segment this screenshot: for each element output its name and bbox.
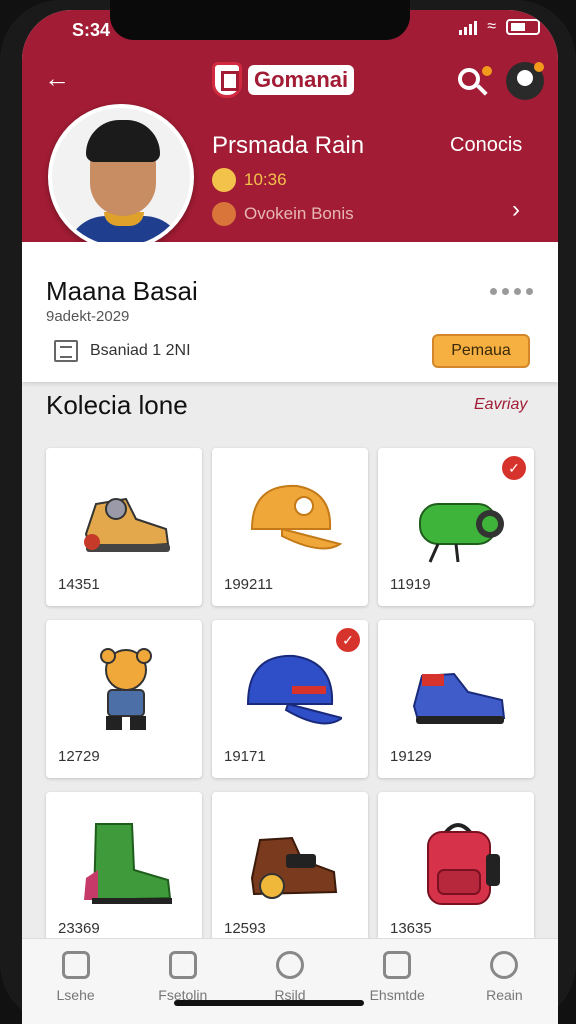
item-number: 11919: [390, 576, 431, 593]
item-number: 12593: [224, 920, 266, 937]
chevron-right-icon[interactable]: ›: [512, 196, 520, 224]
document-label: Bsaniad 1 2NI: [90, 342, 191, 359]
collection-item[interactable]: 23369: [46, 792, 202, 950]
collection-item[interactable]: ✓ 11919: [378, 448, 534, 606]
location-row[interactable]: Ovokein Bonis: [212, 202, 354, 226]
item-number: 199211: [224, 576, 273, 593]
map-icon: [383, 951, 412, 979]
cap-icon: [250, 484, 342, 550]
action-button[interactable]: Pemaua: [432, 334, 530, 368]
time-value: 10:36: [244, 170, 287, 189]
status-icons: ≈: [459, 18, 540, 36]
nav-item-profile[interactable]: Reain: [451, 939, 558, 1024]
boot-icon: [84, 823, 172, 904]
backpack-icon: [427, 823, 500, 905]
water-bottle-icon: [419, 503, 504, 563]
account-button[interactable]: [506, 62, 544, 100]
compass-icon: [276, 951, 304, 979]
search-button[interactable]: [456, 66, 492, 100]
document-icon: [54, 340, 78, 362]
nav-item-home[interactable]: Lsehe: [22, 939, 129, 1024]
back-button[interactable]: ←: [44, 64, 72, 92]
nav-label: Reain: [486, 987, 523, 1003]
item-number: 23369: [58, 920, 100, 937]
item-number: 14351: [58, 576, 100, 593]
collection-item[interactable]: 14351: [46, 448, 202, 606]
notification-dot: [534, 62, 544, 72]
app-screen: S:34 ≈ ← Gomanai Prsmada Rain Conocis 10…: [22, 10, 558, 1024]
collection-item[interactable]: 12593: [212, 792, 368, 950]
cap-icon: [246, 654, 342, 725]
status-time: S:34: [72, 20, 111, 40]
home-indicator[interactable]: [174, 1000, 364, 1006]
notification-dot: [482, 66, 492, 76]
item-number: 12729: [58, 748, 100, 765]
nav-label: Lsehe: [56, 987, 95, 1003]
section-title: Kolecia lone: [46, 390, 188, 420]
brand-logo-icon: [212, 62, 242, 98]
collection-item[interactable]: 19129: [378, 620, 534, 778]
clock-icon: [212, 168, 236, 192]
nav-item-explore[interactable]: Rsild: [236, 939, 343, 1024]
header-link[interactable]: Conocis: [450, 134, 522, 157]
brand: Gomanai: [212, 62, 355, 98]
section-link[interactable]: Eavriay: [474, 396, 527, 414]
item-number: 19171: [224, 748, 266, 765]
home-icon: [61, 951, 90, 979]
signal-icon: [459, 19, 478, 35]
location-icon: [212, 202, 236, 226]
profile-card: Maana Basai 9adekt-2029 Bsaniad 1 2NI Pe…: [22, 242, 558, 382]
time-row: 10:36: [212, 168, 287, 192]
toy-figure-icon: [100, 648, 152, 730]
brand-name: Gomanai: [248, 65, 355, 95]
collection-item[interactable]: ✓ 19171: [212, 620, 368, 778]
location-value: Ovokein Bonis: [244, 204, 354, 223]
user-icon: [517, 70, 533, 86]
phone-frame: S:34 ≈ ← Gomanai Prsmada Rain Conocis 10…: [0, 0, 576, 1024]
collection-item[interactable]: 12729: [46, 620, 202, 778]
item-number: 13635: [390, 920, 432, 937]
wifi-icon: ≈: [487, 18, 496, 35]
avatar[interactable]: [48, 104, 194, 250]
profile-header: S:34 ≈ ← Gomanai Prsmada Rain Conocis 10…: [22, 10, 558, 250]
shoe-icon: [412, 672, 506, 724]
collection-item[interactable]: 199211: [212, 448, 368, 606]
collection-item[interactable]: 13635: [378, 792, 534, 950]
bottom-nav: Lsehe Fsetolin Rsild Ehsmtde Reain: [22, 938, 558, 1024]
edit-icon: [168, 951, 197, 979]
profile-subtitle: 9adekt-2029: [46, 308, 130, 325]
header-name: Prsmada Rain: [212, 132, 365, 159]
nav-item-map[interactable]: Ehsmtde: [344, 939, 451, 1024]
shoe-icon: [250, 836, 338, 899]
sneaker-icon: [84, 497, 170, 552]
document-row[interactable]: Bsaniad 1 2NI: [54, 340, 191, 362]
notch: [110, 0, 410, 40]
more-options-icon[interactable]: [490, 288, 533, 295]
user-icon: [490, 951, 519, 979]
battery-icon: [506, 19, 540, 35]
profile-name: Maana Basai: [46, 276, 198, 306]
nav-item-edit[interactable]: Fsetolin: [129, 939, 236, 1024]
item-number: 19129: [390, 748, 432, 765]
